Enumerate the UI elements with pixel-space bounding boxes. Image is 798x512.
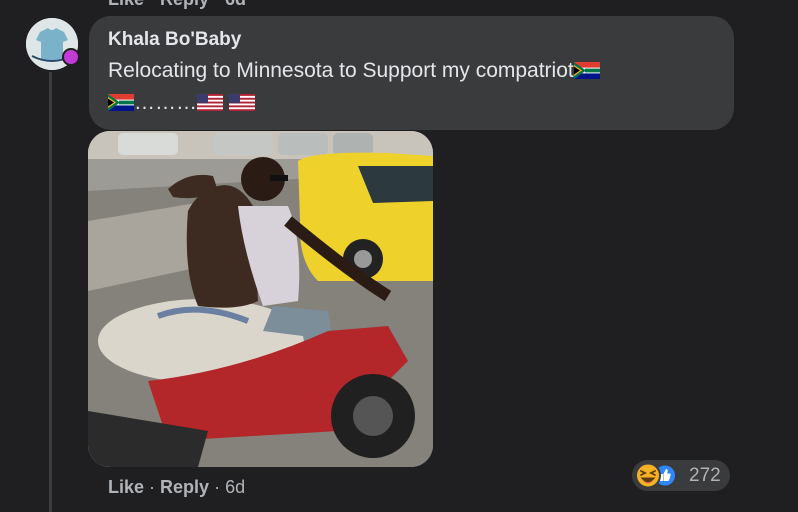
reaction-icons <box>635 462 677 489</box>
comment-dots: ……… <box>134 91 197 114</box>
comment-photo[interactable] <box>88 131 433 467</box>
laughing-emoji-icon <box>635 462 661 489</box>
separator: · <box>209 477 226 497</box>
south-africa-flag-icon <box>108 94 134 111</box>
comment-text-line1: Relocating to Minnesota to Support my co… <box>108 59 600 83</box>
comment-actions: Like · Reply · 6d <box>108 477 245 498</box>
avatar-badge-icon <box>62 48 80 66</box>
reply-button[interactable]: Reply <box>160 477 209 497</box>
photo-image <box>88 131 433 467</box>
comment-author[interactable]: Khala Bo'Baby <box>108 29 241 51</box>
previous-comment-actions: Like · Reply · 6d <box>108 0 246 10</box>
us-flag-icon <box>197 94 223 111</box>
timestamp[interactable]: 6d <box>225 477 245 497</box>
like-button[interactable]: Like <box>108 477 144 497</box>
reactions-summary[interactable]: 272 <box>632 460 730 491</box>
comment-text-line2: ……… <box>108 91 255 115</box>
reply-thread-line <box>49 72 52 512</box>
comment-bubble: Khala Bo'Baby Relocating to Minnesota to… <box>89 16 734 130</box>
us-flag-icon <box>228 94 255 111</box>
south-africa-flag-icon <box>573 62 600 79</box>
comment-text: Relocating to Minnesota to Support my co… <box>108 59 574 82</box>
separator: · <box>144 477 161 497</box>
reaction-count: 272 <box>689 465 721 486</box>
